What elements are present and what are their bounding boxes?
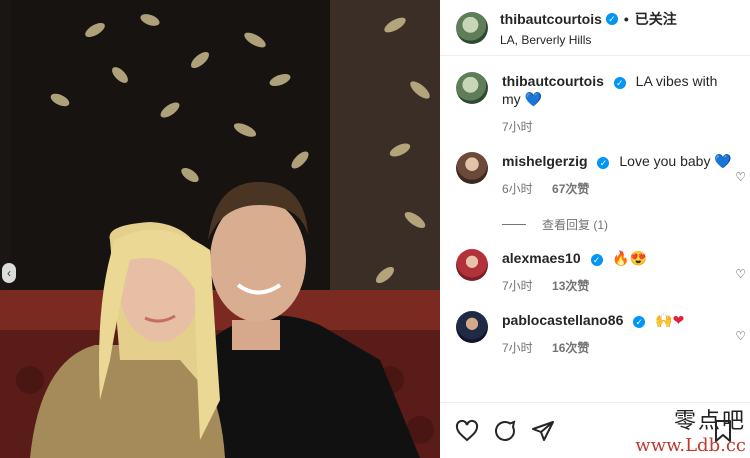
comment-username[interactable]: mishelgerzig [502, 153, 588, 169]
comment-bubble-icon[interactable] [492, 418, 518, 444]
like-comment-heart-icon[interactable]: ♡ [735, 329, 746, 343]
share-paper-plane-icon[interactable] [530, 418, 556, 444]
author-username[interactable]: thibautcourtois [500, 11, 602, 27]
comment-body: thibautcourtois ✓ LA vibes with my 💙 7小时 [502, 72, 734, 136]
header-line: thibautcourtois ✓ • 已关注 [500, 9, 738, 29]
avatar[interactable] [456, 152, 488, 184]
blue-heart-emoji: 💙 [714, 153, 732, 169]
comment-meta: 7小时 13次赞 [502, 277, 734, 295]
header-info: thibautcourtois ✓ • 已关注 LA, Berverly Hil… [500, 9, 738, 47]
avatar[interactable] [456, 311, 488, 343]
comment-meta: 7小时 16次赞 [502, 339, 734, 357]
comment-likes[interactable]: 16次赞 [552, 341, 589, 355]
watermark: 零点吧 www.Ldb.cc [635, 403, 746, 456]
avatar[interactable] [456, 11, 488, 44]
comment-text: Love you baby [619, 153, 711, 169]
comment-time: 6小时 [502, 182, 533, 196]
watermark-url: www.Ldb.cc [635, 435, 746, 456]
post-image [0, 0, 440, 458]
view-replies-button[interactable]: 查看回复 (1) [502, 216, 750, 233]
fire-heart-eyes-emoji: 🔥😍 [612, 250, 648, 266]
view-replies-label[interactable]: 查看回复 (1) [542, 216, 608, 233]
like-comment-heart-icon[interactable]: ♡ [735, 170, 746, 184]
verified-badge-icon: ✓ [633, 316, 646, 328]
comment-body: pablocastellano86 ✓ 🙌❤ 7小时 16次赞 [502, 311, 734, 357]
replies-divider [502, 224, 526, 225]
location-link[interactable]: LA, Berverly Hills [500, 33, 738, 47]
comment-likes[interactable]: 67次赞 [552, 182, 589, 196]
comment-time: 7小时 [502, 279, 533, 293]
watermark-title: 零点吧 [673, 409, 746, 434]
post-photo: ‹ [0, 0, 440, 458]
comment-likes[interactable]: 13次赞 [552, 279, 589, 293]
like-comment-heart-icon[interactable]: ♡ [735, 267, 746, 281]
comment-item: mishelgerzig ✓ Love you baby 💙 6小时 67次赞 … [440, 136, 750, 198]
comment-username[interactable]: pablocastellano86 [502, 312, 623, 328]
post-header: thibautcourtois ✓ • 已关注 LA, Berverly Hil… [440, 0, 750, 56]
comment-item: pablocastellano86 ✓ 🙌❤ 7小时 16次赞 ♡ [440, 295, 750, 357]
comment-item: alexmaes10 ✓ 🔥😍 7小时 13次赞 ♡ [440, 233, 750, 295]
caption: thibautcourtois ✓ LA vibes with my 💙 7小时 [440, 56, 750, 136]
verified-badge-icon: ✓ [597, 157, 610, 169]
comment-meta: 6小时 67次赞 [502, 180, 734, 198]
comment-time: 7小时 [502, 341, 533, 355]
follow-status-button[interactable]: 已关注 [635, 9, 677, 29]
blue-heart-emoji: 💙 [524, 91, 542, 107]
post-side-panel: thibautcourtois ✓ • 已关注 LA, Berverly Hil… [440, 0, 750, 458]
comment-username[interactable]: alexmaes10 [502, 250, 581, 266]
comments-list: thibautcourtois ✓ LA vibes with my 💙 7小时… [440, 56, 750, 402]
verified-badge-icon: ✓ [605, 12, 618, 25]
comment-body: alexmaes10 ✓ 🔥😍 7小时 13次赞 [502, 249, 734, 295]
praise-heart-emoji: 🙌❤ [655, 312, 685, 328]
like-heart-icon[interactable] [454, 418, 480, 444]
verified-badge-icon: ✓ [590, 254, 603, 266]
prev-slide-button[interactable]: ‹ [2, 263, 16, 283]
comment-body: mishelgerzig ✓ Love you baby 💙 6小时 67次赞 [502, 152, 734, 198]
comment-time: 7小时 [502, 120, 533, 134]
verified-badge-icon: ✓ [613, 77, 626, 89]
comment-meta: 7小时 [502, 118, 734, 136]
avatar[interactable] [456, 72, 488, 104]
avatar[interactable] [456, 249, 488, 281]
comment-username[interactable]: thibautcourtois [502, 73, 604, 89]
separator-dot: • [623, 10, 629, 27]
